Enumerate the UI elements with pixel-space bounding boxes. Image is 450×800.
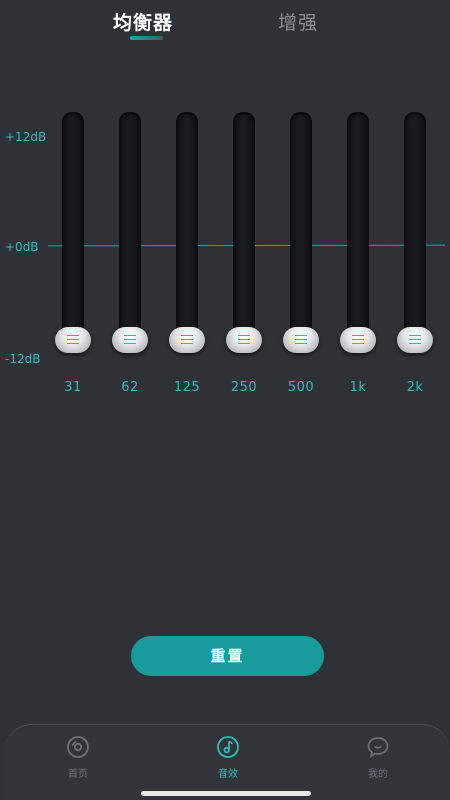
grip-lines-icon xyxy=(181,335,193,344)
db-label-zero: +0dB xyxy=(5,240,39,254)
band-frequency-label: 31 xyxy=(64,380,82,395)
slider-knob[interactable] xyxy=(112,327,148,353)
home-indicator[interactable] xyxy=(141,791,311,796)
eq-band-31: 31 xyxy=(53,112,93,402)
tab-enhance[interactable]: 增强 xyxy=(278,8,318,35)
slider-knob[interactable] xyxy=(340,327,376,353)
slider-knob[interactable] xyxy=(283,327,319,353)
nav-item-home[interactable]: 首页 xyxy=(48,735,108,780)
slider-knob[interactable] xyxy=(397,327,433,353)
band-frequency-label: 2k xyxy=(406,380,424,395)
slider-track[interactable] xyxy=(176,112,198,352)
grip-lines-icon xyxy=(238,335,250,344)
slider-track[interactable] xyxy=(347,112,369,352)
grip-lines-icon xyxy=(295,335,307,344)
band-frequency-label: 500 xyxy=(287,380,315,395)
eq-band-1k: 1k xyxy=(338,112,378,402)
eq-band-125: 125 xyxy=(167,112,207,402)
eq-band-62: 62 xyxy=(110,112,150,402)
music-note-icon xyxy=(217,736,239,758)
band-frequency-label: 1k xyxy=(349,380,367,395)
slider-track[interactable] xyxy=(233,112,255,352)
eq-band-2k: 2k xyxy=(395,112,435,402)
slider-track[interactable] xyxy=(404,112,426,352)
nav-item-sound-effects[interactable]: 音效 xyxy=(198,735,258,780)
slider-knob[interactable] xyxy=(169,327,205,353)
db-label-min: -12dB xyxy=(5,352,41,366)
tab-equalizer[interactable]: 均衡器 xyxy=(113,8,173,35)
eq-band-250: 250 xyxy=(224,112,264,402)
slider-track[interactable] xyxy=(62,112,84,352)
slider-track[interactable] xyxy=(290,112,312,352)
nav-label-sound-effects: 音效 xyxy=(218,769,238,780)
slider-knob[interactable] xyxy=(55,327,91,353)
nav-item-mine[interactable]: 我的 xyxy=(348,735,408,780)
eq-band-500: 500 xyxy=(281,112,321,402)
chat-bubble-icon xyxy=(367,737,389,758)
top-tab-bar: 均衡器 增强 xyxy=(0,0,450,50)
bottom-nav-bar: 首页 音效 我的 xyxy=(4,724,450,800)
grip-lines-icon xyxy=(67,335,79,344)
reset-button[interactable]: 重置 xyxy=(131,636,324,676)
band-frequency-label: 250 xyxy=(230,380,258,395)
slider-track[interactable] xyxy=(119,112,141,352)
grip-lines-icon xyxy=(124,335,136,344)
equalizer-panel: +12dB +0dB -12dB 31 62 125 250 500 1k 2k xyxy=(0,100,450,410)
db-label-max: +12dB xyxy=(5,130,47,144)
tab-active-indicator xyxy=(130,36,163,40)
grip-lines-icon xyxy=(409,335,421,344)
nav-label-mine: 我的 xyxy=(368,769,388,780)
disc-icon xyxy=(67,736,89,758)
slider-knob[interactable] xyxy=(226,327,262,353)
band-frequency-label: 125 xyxy=(173,380,201,395)
nav-label-home: 首页 xyxy=(68,769,88,780)
band-frequency-label: 62 xyxy=(121,380,139,395)
grip-lines-icon xyxy=(352,335,364,344)
